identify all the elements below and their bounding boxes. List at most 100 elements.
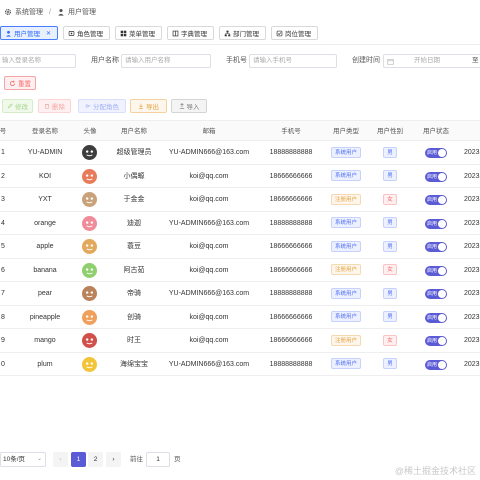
goto-page-input[interactable]: 1 [146,452,170,467]
cell-login-name: KOI [38,172,52,180]
username-input[interactable]: 请输入用户名称 [121,54,211,68]
table-row[interactable]: 0 plum 海绵宝宝 YU-ADMIN666@163.com 18888888888 系… [0,353,480,377]
avatar[interactable] [82,286,97,301]
import-button[interactable]: 导入 [171,99,207,113]
user-type-badge: 系统用户 [330,358,361,370]
create-time-label: 创建时间 [352,57,380,64]
page-button-2[interactable]: 2 [88,452,103,467]
avatar[interactable] [82,192,97,207]
status-toggle-label: 启用 [427,173,438,180]
prev-page-button[interactable]: ‹ [53,452,68,467]
table-row[interactable]: 4 orange 迪迦 YU-ADMIN666@163.com 18888888888 系… [0,212,480,235]
upload-icon [179,103,184,109]
check-square-icon [276,30,283,36]
page-button-1[interactable]: 1 [71,452,86,467]
table-row[interactable]: 2 KOI 小偶螈 koi@qq.com 18666666666 系统用户 男 启用 2023 [0,165,480,189]
toggle-knob [438,149,446,157]
tab-dict-management[interactable]: 字典管理 [167,26,215,40]
cell-create-time: 2023 [464,360,480,368]
status-toggle[interactable]: 启用 [425,312,447,323]
refresh-icon [9,79,16,86]
tab-role-management[interactable]: 角色管理 [63,26,111,40]
cell-create-time: 2023 [464,172,480,180]
cell-login-name: pear [37,290,52,297]
status-toggle[interactable]: 启用 [425,195,447,205]
tab-menu-management[interactable]: 菜单管理 [115,26,163,40]
cell-no: 2 [1,172,5,180]
status-toggle-label: 启用 [427,150,438,156]
delete-button[interactable]: 删除 [38,99,71,113]
next-page-button[interactable]: › [106,452,121,467]
cell-gender: 男 [368,282,412,306]
export-button[interactable]: 导出 [130,99,167,113]
status-toggle-label: 启用 [427,361,438,368]
status-toggle[interactable]: 启用 [425,148,447,158]
user-icon [6,30,11,37]
avatar[interactable] [82,356,97,372]
status-toggle[interactable]: 启用 [425,265,447,276]
status-toggle[interactable]: 启用 [425,242,447,252]
cell-gender: 男 [368,353,412,377]
status-toggle-label: 启用 [427,220,438,227]
edit-button[interactable]: 修改 [2,99,33,113]
status-toggle[interactable]: 启用 [425,336,447,346]
breadcrumb-item-system[interactable]: 系统管理 [4,7,43,17]
avatar[interactable] [82,262,97,278]
assign-role-label: 分配角色 [93,104,119,111]
cell-gender: 男 [368,306,412,330]
status-toggle[interactable]: 启用 [425,171,447,182]
avatar[interactable] [82,239,97,254]
cell-login-name: YXT [38,196,52,203]
cell-phone: 18888888888 [269,360,313,368]
gender-badge: 女 [383,334,397,346]
cell-username: 超级管理员 [116,149,152,156]
tab-label: 岗位管理 [285,31,312,38]
cell-username: 蓑豆 [127,243,141,250]
cell-gender: 女 [368,259,412,283]
cell-no: 5 [1,243,5,250]
avatar[interactable] [82,333,97,348]
cell-login-name: mango [34,337,56,344]
tab-post-management[interactable]: 岗位管理 [271,26,319,40]
page-size-select[interactable]: 10条/页 ⌄ [0,452,46,467]
cell-login-name: banana [33,266,57,274]
date-range-picker[interactable]: 开始日期 至 [383,54,480,68]
table-row[interactable]: 9 mango 时王 koi@qq.com 18666666666 注册用户 女 启用 2023 [0,329,480,353]
table-row[interactable]: 8 pineapple 创骑 koi@qq.com 18666666666 系统用户 男 启用… [0,306,480,330]
reset-button[interactable]: 重置 [4,76,36,90]
avatar-face-icon [85,150,94,157]
chevron-down-icon: ⌄ [36,456,42,462]
login-name-input[interactable]: 输入登录名称 [0,54,76,68]
tab-label: 字典管理 [181,31,208,38]
status-toggle[interactable]: 启用 [425,359,447,370]
phone-input[interactable]: 请输入手机号 [249,54,337,68]
close-icon[interactable]: ✕ [46,30,51,37]
username-label: 用户名称 [91,57,119,64]
table-row[interactable]: 5 apple 蓑豆 koi@qq.com 18666666666 系统用户 男 启用 2023 [0,235,480,259]
cell-no: 4 [1,219,5,227]
cell-user-type: 系统用户 [324,141,368,165]
table-row[interactable]: 7 pear 帝骑 YU-ADMIN666@163.com 18888888888 系统用… [0,282,480,306]
cell-username: 迪迦 [127,219,141,227]
toggle-knob [438,172,446,181]
avatar[interactable] [82,215,97,231]
avatar[interactable] [82,309,97,325]
tab-user-management[interactable]: 用户管理 ✕ [0,26,59,40]
col-header-type: 用户类型 [333,128,359,135]
table-row[interactable]: 3 YXT 于金金 koi@qq.com 18666666666 注册用户 女 启用 2023 [0,188,480,212]
cell-gender: 男 [368,165,412,189]
assign-role-button[interactable]: 分配角色 [78,99,126,113]
status-toggle[interactable]: 启用 [425,289,447,299]
edit-icon [7,103,13,109]
table-row[interactable]: 6 banana 阿古茹 koi@qq.com 18666666666 注册用户 女 启用 20… [0,259,480,283]
divider [0,44,480,45]
breadcrumb: 系统管理 / 用户管理 [0,0,480,24]
col-header-username: 用户名称 [121,128,147,135]
table-row[interactable]: 1 YU-ADMIN 超级管理员 YU-ADMIN666@163.com 1888888… [0,141,480,165]
tab-bar: 用户管理 ✕ 角色管理 菜单管理 字典管理 部门管理 岗位管理 [0,26,480,42]
avatar[interactable] [82,145,97,160]
status-toggle[interactable]: 启用 [425,218,447,229]
avatar[interactable] [82,168,97,184]
tab-dept-management[interactable]: 部门管理 [219,26,267,40]
toggle-knob [438,243,446,251]
